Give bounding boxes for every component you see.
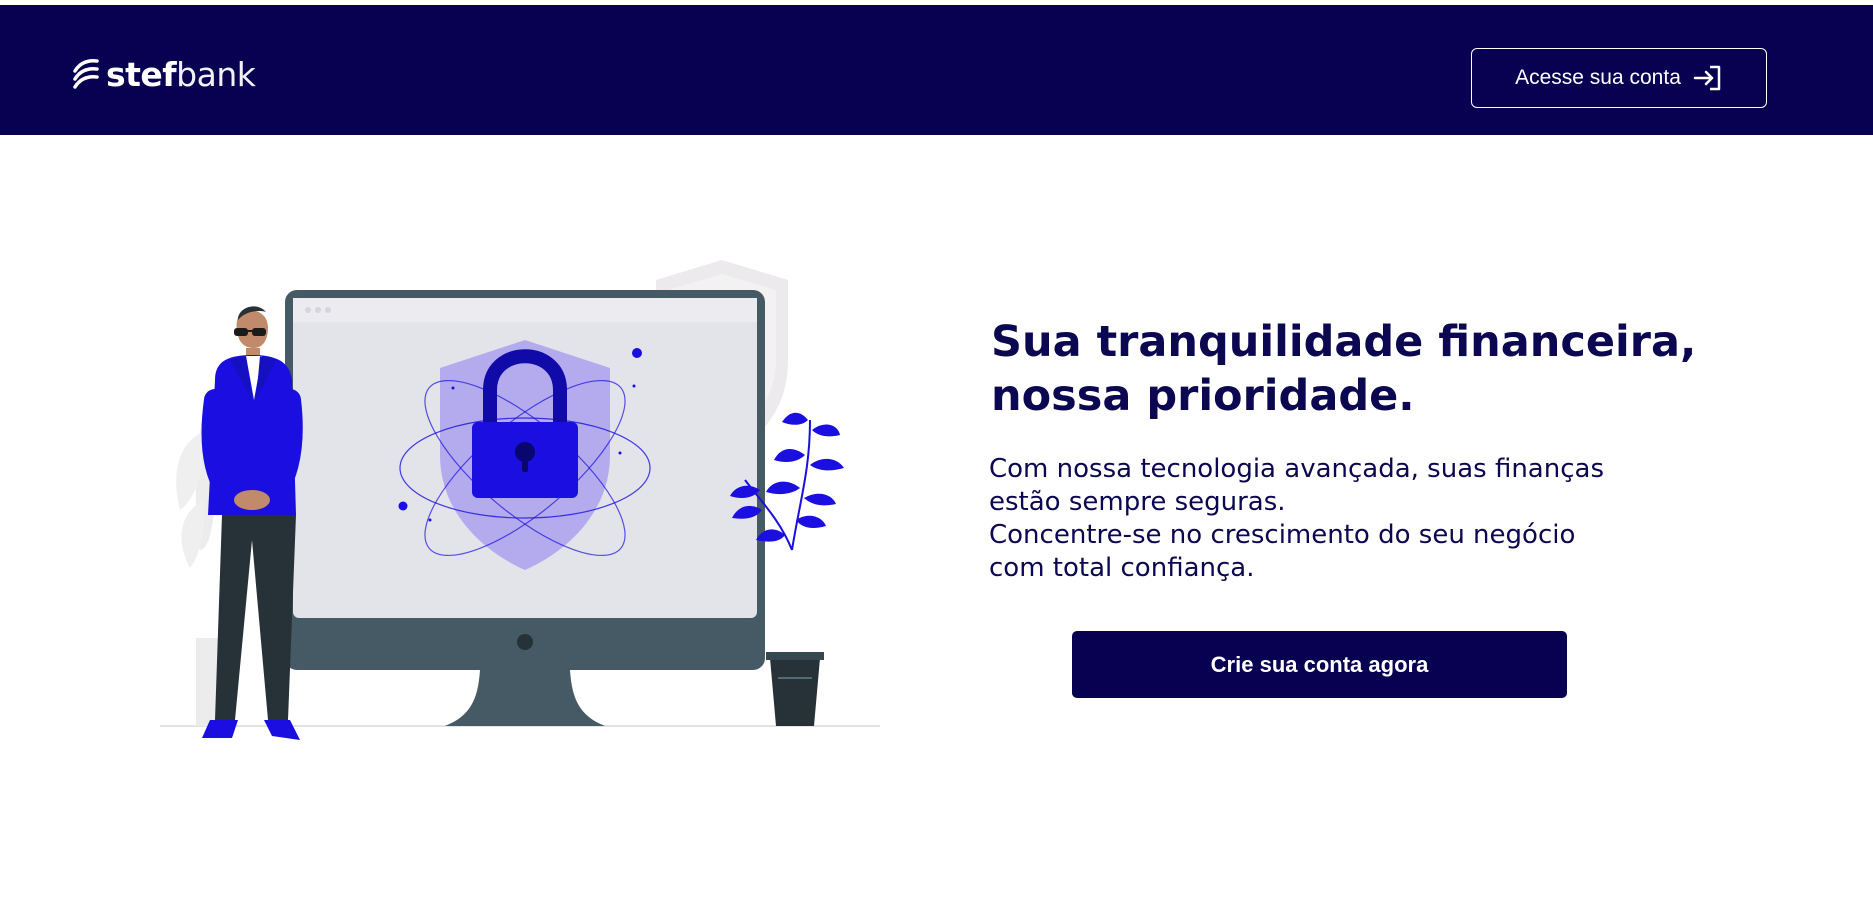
logo-wordmark-light: bank xyxy=(176,54,256,94)
hero-headline-line1: Sua tranquilidade financeira, xyxy=(991,317,1697,367)
hero-description-line3: Concentre-se no crescimento do seu negóc… xyxy=(989,520,1576,550)
security-guard xyxy=(201,306,303,740)
hero-description-line2: estão sempre seguras. xyxy=(989,487,1286,517)
security-illustration xyxy=(160,260,880,740)
top-navbar: stefbank Acesse sua conta xyxy=(0,5,1873,135)
hero-headline-line2: nossa prioridade. xyxy=(991,371,1415,421)
hero-description-line1: Com nossa tecnologia avançada, suas fina… xyxy=(989,454,1604,484)
stefbank-logo[interactable]: stefbank xyxy=(72,54,256,94)
create-account-button-label: Crie sua conta agora xyxy=(1210,651,1429,677)
login-arrow-icon xyxy=(1693,65,1721,91)
login-button[interactable]: Acesse sua conta xyxy=(1471,48,1767,108)
login-button-label: Acesse sua conta xyxy=(1515,66,1681,89)
hero-description: Com nossa tecnologia avançada, suas fina… xyxy=(989,453,1689,585)
stefbank-swoosh-icon xyxy=(73,59,99,89)
logo-wordmark: stefbank xyxy=(106,54,256,94)
logo-wordmark-bold: stef xyxy=(106,54,177,94)
create-account-button[interactable]: Crie sua conta agora xyxy=(1072,631,1567,698)
hero-headline: Sua tranquilidade financeira, nossa prio… xyxy=(991,315,1751,423)
hero-description-line4: com total confiança. xyxy=(989,553,1255,583)
